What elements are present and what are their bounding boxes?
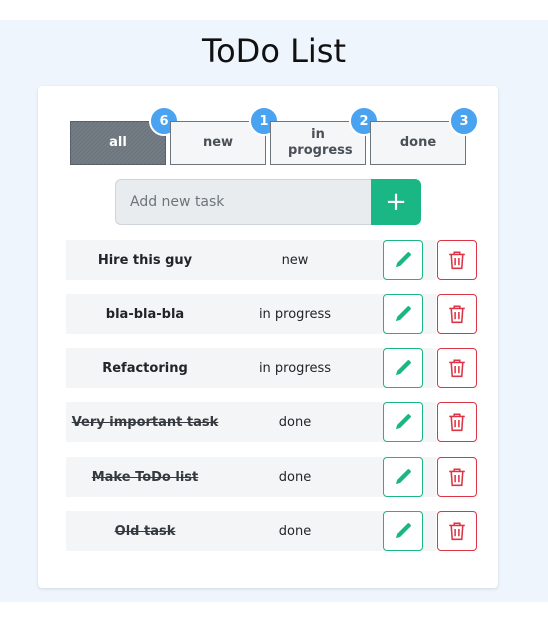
task-row: Make ToDo list done bbox=[66, 457, 436, 497]
task-name: Make ToDo list bbox=[91, 469, 199, 485]
trash-icon bbox=[449, 251, 465, 270]
edit-task-button[interactable] bbox=[383, 511, 423, 551]
task-status: new bbox=[281, 252, 309, 268]
task-name: Hire this guy bbox=[97, 252, 193, 268]
edit-task-button[interactable] bbox=[383, 240, 423, 280]
filter-tab-label: in progress bbox=[288, 126, 353, 158]
task-name: Very important task bbox=[71, 414, 219, 430]
plus-icon: + bbox=[385, 187, 407, 217]
delete-task-button[interactable] bbox=[437, 348, 477, 388]
task-name: bla-bla-bla bbox=[105, 306, 185, 322]
task-row: bla-bla-bla in progress bbox=[66, 294, 436, 334]
pencil-icon bbox=[395, 523, 411, 539]
task-row: Refactoring in progress bbox=[66, 348, 436, 388]
task-row: Very important task done bbox=[66, 402, 436, 442]
count-badge-done: 3 bbox=[449, 106, 479, 136]
pencil-icon bbox=[395, 306, 411, 322]
task-name: Refactoring bbox=[102, 360, 188, 376]
edit-task-button[interactable] bbox=[383, 294, 423, 334]
task-status: done bbox=[278, 469, 312, 485]
task-name: Old task bbox=[114, 523, 176, 539]
trash-icon bbox=[449, 359, 465, 378]
delete-task-button[interactable] bbox=[437, 294, 477, 334]
task-row: Old task done bbox=[66, 511, 436, 551]
task-status: done bbox=[278, 523, 312, 539]
delete-task-button[interactable] bbox=[437, 457, 477, 497]
task-status: done bbox=[278, 414, 312, 430]
trash-icon bbox=[449, 522, 465, 541]
task-row: Hire this guy new bbox=[66, 240, 436, 280]
filter-tab-label: all bbox=[109, 134, 127, 150]
delete-task-button[interactable] bbox=[437, 511, 477, 551]
filter-tab-label: new bbox=[202, 134, 234, 150]
trash-icon bbox=[449, 413, 465, 432]
pencil-icon bbox=[395, 360, 411, 376]
pencil-icon bbox=[395, 469, 411, 485]
new-task-input[interactable] bbox=[115, 179, 373, 225]
trash-icon bbox=[449, 468, 465, 487]
edit-task-button[interactable] bbox=[383, 348, 423, 388]
pencil-icon bbox=[395, 414, 411, 430]
pencil-icon bbox=[395, 252, 411, 268]
edit-task-button[interactable] bbox=[383, 457, 423, 497]
delete-task-button[interactable] bbox=[437, 402, 477, 442]
filter-tab-label: done bbox=[399, 134, 437, 150]
edit-task-button[interactable] bbox=[383, 402, 423, 442]
delete-task-button[interactable] bbox=[437, 240, 477, 280]
add-task-button[interactable]: + bbox=[371, 179, 421, 225]
task-status: in progress bbox=[258, 360, 332, 376]
trash-icon bbox=[449, 305, 465, 324]
page-title: ToDo List bbox=[201, 32, 346, 70]
task-status: in progress bbox=[258, 306, 332, 322]
